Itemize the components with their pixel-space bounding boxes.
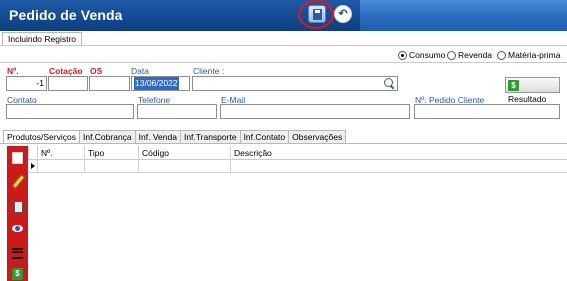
list-icon[interactable] bbox=[12, 246, 23, 259]
radio-circle-revenda[interactable] bbox=[447, 50, 456, 60]
pedido-cliente-field[interactable] bbox=[414, 104, 560, 119]
tab-produtos-servicos[interactable]: Produtos/Serviços bbox=[3, 130, 80, 144]
radio-circle-consumo[interactable] bbox=[398, 50, 407, 60]
radio-label-revenda: Revenda bbox=[458, 50, 493, 60]
cotacao-field[interactable] bbox=[48, 76, 88, 91]
cell-tipo[interactable] bbox=[84, 160, 138, 173]
cliente-label: Cliente : bbox=[193, 66, 225, 76]
data-value: 13/06/2022 bbox=[134, 77, 179, 90]
grid-header-tipo[interactable]: Tipo bbox=[84, 146, 138, 160]
action-sidebar: $ bbox=[7, 146, 28, 281]
telefone-field[interactable] bbox=[137, 104, 217, 119]
data-label: Data bbox=[131, 66, 149, 76]
undo-icon: ↶ bbox=[338, 8, 348, 20]
radio-consumo[interactable]: Consumo bbox=[398, 50, 445, 60]
tab-inf-venda[interactable]: Inf. Venda bbox=[134, 130, 181, 143]
tab-inf-cobranca[interactable]: Inf.Cobrança bbox=[78, 130, 136, 143]
resultado-label: Resultado bbox=[508, 94, 547, 104]
money-icon[interactable]: $ bbox=[12, 268, 23, 280]
contato-field[interactable] bbox=[6, 104, 134, 119]
tab-inf-transporte[interactable]: Inf.Transporte bbox=[179, 130, 241, 143]
tab-observacoes[interactable]: Observações bbox=[288, 130, 347, 143]
new-document-icon[interactable] bbox=[12, 152, 23, 164]
os-field[interactable] bbox=[89, 76, 130, 91]
tab-inf-contato[interactable]: Inf.Contato bbox=[239, 130, 290, 143]
divider bbox=[0, 45, 567, 46]
view-eye-icon[interactable] bbox=[12, 223, 23, 235]
grid-header: Nº. Tipo Código Descrição bbox=[28, 146, 567, 160]
radio-materia-prima[interactable]: Matéria-prima bbox=[497, 50, 560, 60]
numero-label: Nº. bbox=[7, 66, 19, 76]
tab-incluindo-registro[interactable]: Incluindo Registro bbox=[2, 32, 83, 46]
resultado-button[interactable]: $ Resultado bbox=[505, 77, 560, 104]
os-label: OS bbox=[90, 66, 103, 76]
grid-header-codigo[interactable]: Código bbox=[138, 146, 230, 160]
radio-circle-materia-prima[interactable] bbox=[497, 50, 506, 60]
divider bbox=[0, 62, 567, 63]
data-field[interactable]: 13/06/2022 bbox=[131, 76, 190, 91]
row-indicator-icon bbox=[31, 163, 35, 169]
cell-numero[interactable] bbox=[37, 160, 84, 173]
cotacao-label: Cotação bbox=[49, 66, 83, 76]
save-highlight-annotation bbox=[298, 0, 334, 29]
title-bar-right-panel bbox=[360, 0, 567, 31]
grid-header-descricao[interactable]: Descrição bbox=[230, 146, 567, 160]
grid-header-numero[interactable]: Nº. bbox=[37, 146, 84, 160]
delete-trash-icon[interactable] bbox=[12, 200, 23, 213]
cell-descricao[interactable] bbox=[230, 160, 567, 173]
numero-field[interactable]: -1 bbox=[6, 76, 47, 91]
radio-label-consumo: Consumo bbox=[409, 50, 446, 60]
cell-codigo[interactable] bbox=[138, 160, 230, 173]
title-bar: Pedido de Venda ↶ bbox=[0, 0, 567, 31]
detail-tabs: Produtos/Serviços Inf.Cobrança Inf. Vend… bbox=[3, 130, 347, 144]
undo-button[interactable]: ↶ bbox=[334, 5, 352, 23]
cliente-field[interactable] bbox=[192, 76, 398, 91]
grid-header-indicator bbox=[28, 146, 37, 160]
radio-revenda[interactable]: Revenda bbox=[447, 50, 492, 60]
table-row[interactable] bbox=[28, 160, 567, 173]
window-title: Pedido de Venda bbox=[9, 7, 123, 23]
email-field[interactable] bbox=[220, 104, 410, 119]
money-icon: $ bbox=[508, 80, 519, 92]
edit-pencil-icon[interactable] bbox=[12, 175, 23, 187]
search-icon[interactable] bbox=[384, 78, 395, 89]
divider bbox=[0, 143, 567, 144]
items-grid[interactable]: Nº. Tipo Código Descrição bbox=[28, 146, 567, 281]
radio-label-materia-prima: Matéria-prima bbox=[508, 50, 561, 60]
